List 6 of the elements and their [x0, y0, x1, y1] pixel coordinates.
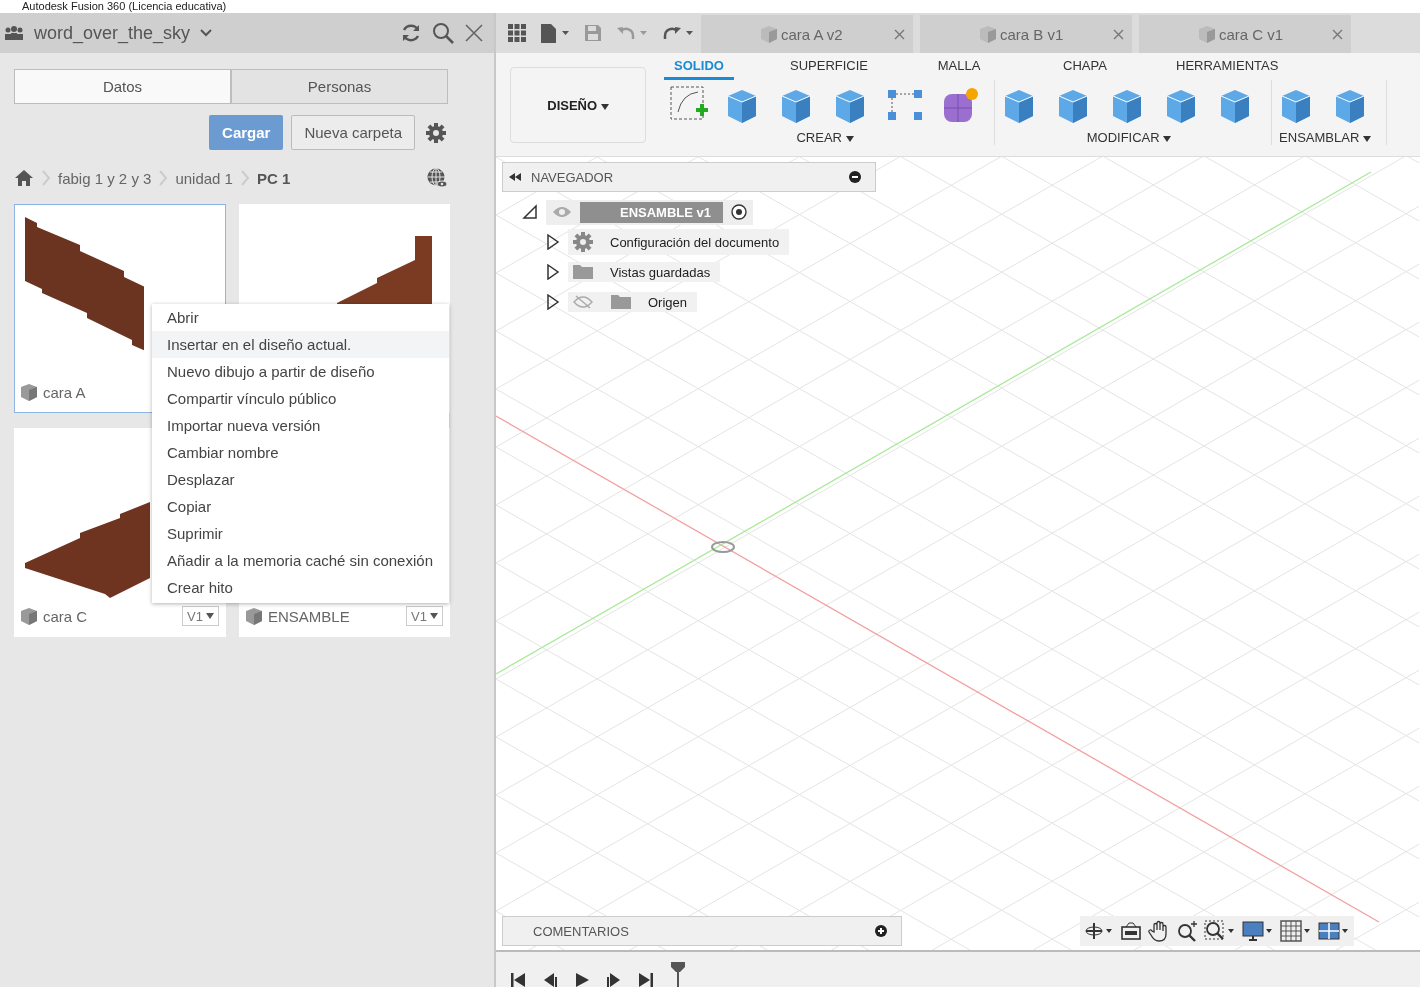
- design-name: cara C: [43, 607, 88, 625]
- comments-title: COMENTARIOS: [533, 923, 629, 939]
- navigator-title: NAVEGADOR: [531, 169, 614, 185]
- design-name: ENSAMBLE: [268, 607, 350, 625]
- window-title: Autodesk Fusion 360 (Licencia educativa): [22, 0, 227, 13]
- design-name: cara A: [43, 383, 86, 401]
